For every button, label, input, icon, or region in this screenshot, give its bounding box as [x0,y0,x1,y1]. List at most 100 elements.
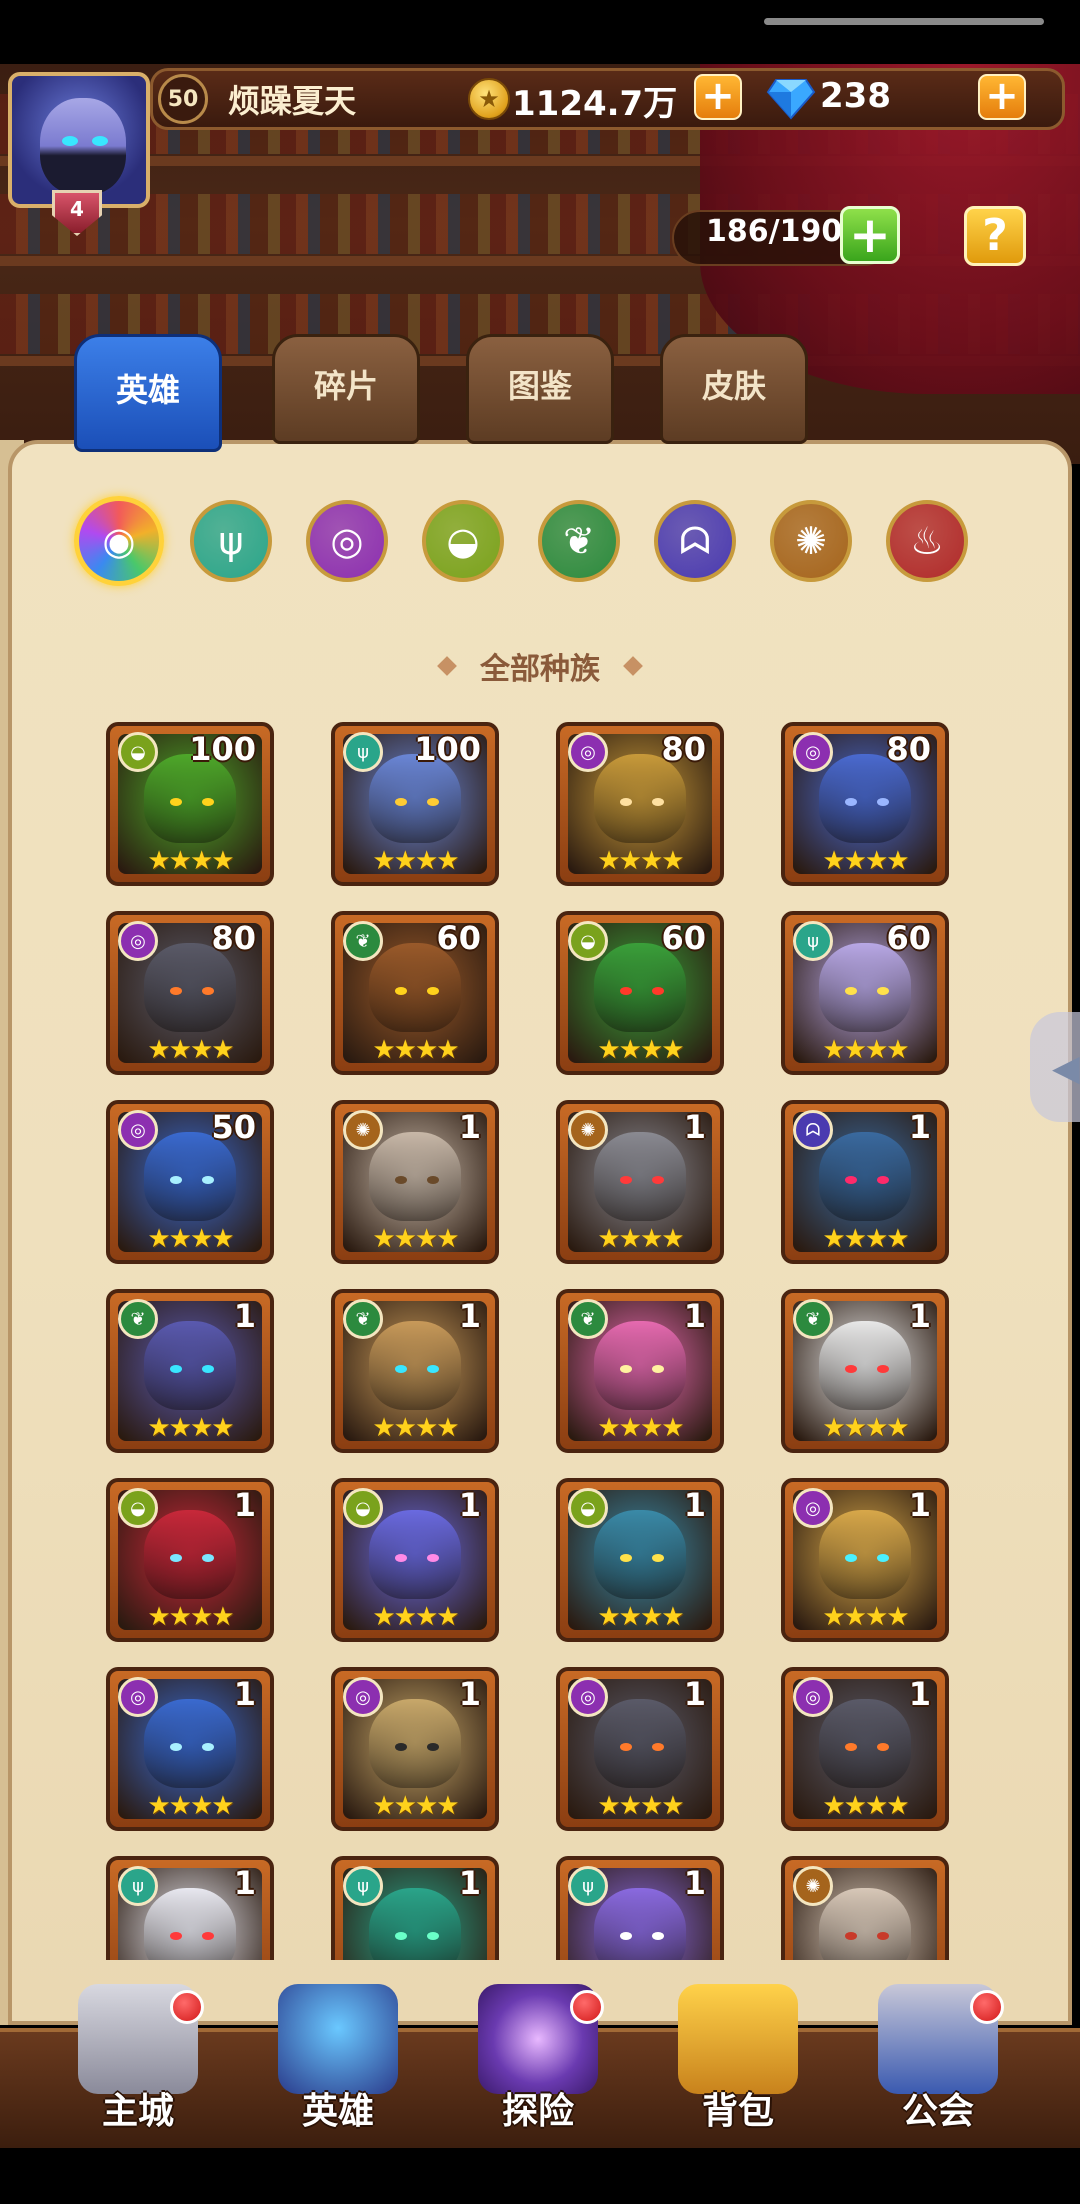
hero-card[interactable]: ᗣ 1 ★★★★ [781,1100,949,1264]
hero-level: 1 [458,1864,481,1902]
hero-stars: ★★★★ [597,1224,684,1254]
forest-race-icon: ψ [118,1866,158,1906]
hero-level: 80 [886,730,931,768]
player-name[interactable]: 烦躁夏天 [228,76,356,122]
hero-card[interactable]: ψ1★★★★ [331,1856,499,1960]
hero-face [593,1320,687,1411]
hero-card[interactable]: ◒ 1 ★★★★ [106,1478,274,1642]
hero-face [818,1887,912,1960]
shadow-race-icon: ◎ [118,1110,158,1150]
nav-backpack[interactable]: 背包 [648,1964,828,2144]
race-filter-light[interactable]: ✺ [770,500,852,582]
hero-card[interactable]: ✺ 1 ★★★★ [556,1100,724,1264]
expand-capacity-button[interactable]: + [840,206,900,264]
hero-card[interactable]: ◎ 1 ★★★★ [556,1667,724,1831]
tab-skins[interactable]: 皮肤 [660,334,808,444]
hero-card[interactable]: ψ 60 ★★★★ [781,911,949,1075]
hero-face [143,1509,237,1600]
hero-icon [278,1984,398,2094]
hero-card[interactable]: ❦ 60 ★★★★ [331,911,499,1075]
race-filter-fortress[interactable]: ◒ [422,500,504,582]
add-gold-button[interactable]: + [694,74,742,120]
hero-card[interactable]: ❦ 1 ★★★★ [331,1289,499,1453]
player-avatar[interactable] [8,72,150,208]
hero-stars: ★★★★ [147,1602,234,1632]
hero-card[interactable]: ◎ 80 ★★★★ [781,722,949,886]
hero-card[interactable]: ◒ 100 ★★★★ [106,722,274,886]
forest-race-icon: ψ [343,732,383,772]
hero-face [368,1320,462,1411]
hero-face [818,1509,912,1600]
race-filter-all-races[interactable]: ◉ [74,496,164,586]
gem-icon [766,79,816,120]
hero-face [593,1509,687,1600]
fortress-race-icon: ◒ [568,1488,608,1528]
tab-heroes[interactable]: 英雄 [74,334,222,452]
hero-card[interactable]: ❦ 1 ★★★★ [106,1289,274,1453]
hero-level: 50 [211,1108,256,1146]
hero-level: 60 [661,919,706,957]
nature-race-icon: ❦ [568,1299,608,1339]
hero-card[interactable]: ◎ 1 ★★★★ [781,1478,949,1642]
shadow-race-icon: ◎ [793,1677,833,1717]
race-filter-title: 全部种族 [480,652,600,687]
race-filter-dark[interactable]: ♨ [886,500,968,582]
hero-card[interactable]: ✺ 1 ★★★★ [331,1100,499,1264]
fortress-race-icon: ◒ [343,1488,383,1528]
hero-face [818,1320,912,1411]
nav-portal[interactable]: 探险 [448,1964,628,2144]
race-filter-nature[interactable]: ❦ [538,500,620,582]
hero-stars: ★★★★ [597,1791,684,1821]
hero-card[interactable]: ◎ 1 ★★★★ [781,1667,949,1831]
hero-level: 1 [683,1675,706,1713]
hero-face [368,1887,462,1960]
abyss-race-icon: ᗣ [679,518,711,563]
hero-card[interactable]: ❦ 1 ★★★★ [781,1289,949,1453]
race-filter-abyss[interactable]: ᗣ [654,500,736,582]
hero-level: 1 [908,1297,931,1335]
hero-card[interactable]: ◒ 1 ★★★★ [331,1478,499,1642]
tab-shards[interactable]: 碎片 [272,334,420,444]
nav-hero[interactable]: 英雄 [248,1964,428,2144]
hero-level: 1 [233,1864,256,1902]
hero-level: 60 [886,919,931,957]
race-filter-shadow[interactable]: ◎ [306,500,388,582]
hero-stars: ★★★★ [822,1224,909,1254]
nav-label: 探险 [501,2091,574,2132]
hero-stars: ★★★★ [372,1413,459,1443]
hero-level: 1 [908,1675,931,1713]
hero-level: 1 [458,1108,481,1146]
hero-stars: ★★★★ [147,1035,234,1065]
hero-face [593,1698,687,1789]
hero-card[interactable]: ◒ 60 ★★★★ [556,911,724,1075]
hero-card[interactable]: ψ1★★★★ [556,1856,724,1960]
hero-stars: ★★★★ [147,846,234,876]
hero-card[interactable]: ❦ 1 ★★★★ [556,1289,724,1453]
hero-card[interactable]: ◎ 50 ★★★★ [106,1100,274,1264]
hero-card[interactable]: ◎ 1 ★★★★ [106,1667,274,1831]
hero-card[interactable]: ◎ 1 ★★★★ [331,1667,499,1831]
help-button[interactable]: ? [964,206,1026,266]
nav-guild[interactable]: 公会 [848,1964,1028,2144]
nav-label: 公会 [901,2091,974,2132]
hero-grid[interactable]: ◒ 100 ★★★★ ψ 100 ★★★★ ◎ 80 ★★★★ ◎ 80 ★★★★ ◎ 80 ★★★★ ❦ 60… [106,722,952,1960]
hero-card[interactable]: ◎ 80 ★★★★ [106,911,274,1075]
hero-card[interactable]: ψ1★★★★ [106,1856,274,1960]
race-filter-forest[interactable]: ψ [190,500,272,582]
tab-codex[interactable]: 图鉴 [466,334,614,444]
nature-race-icon: ❦ [563,519,595,563]
nav-castle[interactable]: 主城 [48,1964,228,2144]
hero-level: 100 [414,730,481,768]
hero-card[interactable]: ✺★★★★ [781,1856,949,1960]
notification-dot [970,1990,1004,2024]
hero-card[interactable]: ◒ 1 ★★★★ [556,1478,724,1642]
fortress-race-icon: ◒ [118,1488,158,1528]
nature-race-icon: ❦ [118,1299,158,1339]
hero-face [593,1131,687,1222]
add-gem-button[interactable]: + [978,74,1026,120]
hero-level: 60 [436,919,481,957]
hero-level: 1 [683,1297,706,1335]
hero-card[interactable]: ◎ 80 ★★★★ [556,722,724,886]
hero-card[interactable]: ψ 100 ★★★★ [331,722,499,886]
hero-stars: ★★★★ [147,1224,234,1254]
